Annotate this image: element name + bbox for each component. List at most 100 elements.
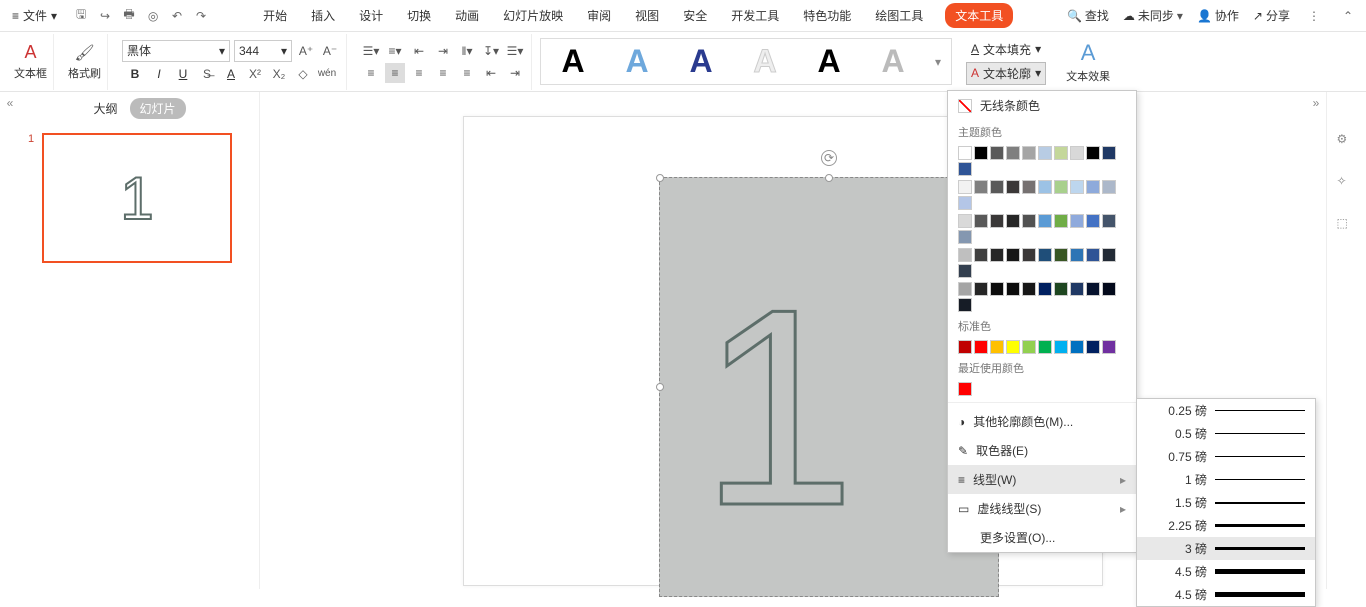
numbering-icon[interactable]: ≡▾ xyxy=(385,41,405,61)
swatch[interactable] xyxy=(1022,282,1036,296)
clear-format-icon[interactable]: ◇ xyxy=(293,64,313,84)
swatch[interactable] xyxy=(1006,248,1020,262)
increase-indent-icon[interactable]: ⇥ xyxy=(505,63,525,83)
weight-option[interactable]: 0.5 磅 xyxy=(1137,422,1315,445)
handle-n[interactable] xyxy=(825,174,833,182)
align-center-icon[interactable]: ≡ xyxy=(385,63,405,83)
no-line-color[interactable]: 无线条颜色 xyxy=(948,91,1136,120)
wordart-gallery[interactable]: A A A A A A ▾ xyxy=(540,38,952,85)
decrease-indent-icon[interactable]: ⇤ xyxy=(481,63,501,83)
swatch[interactable] xyxy=(1102,180,1116,194)
distribute-icon[interactable]: ≡ xyxy=(457,63,477,83)
swatch[interactable] xyxy=(1054,214,1068,228)
swatch[interactable] xyxy=(990,340,1004,354)
swatch[interactable] xyxy=(958,264,972,278)
swatch[interactable] xyxy=(958,146,972,160)
swatch[interactable] xyxy=(1038,282,1052,296)
tab-slides[interactable]: 幻灯片 xyxy=(130,98,186,119)
swatch[interactable] xyxy=(1006,282,1020,296)
swatch[interactable] xyxy=(1054,146,1068,160)
align-right-icon[interactable]: ≡ xyxy=(409,63,429,83)
swatch[interactable] xyxy=(1006,180,1020,194)
share-button[interactable]: ↗ 分享 xyxy=(1253,7,1290,24)
collab-button[interactable]: 👤 协作 xyxy=(1197,7,1239,24)
swatch[interactable] xyxy=(1102,214,1116,228)
swatch[interactable] xyxy=(974,146,988,160)
tab-12[interactable]: 文本工具 xyxy=(945,3,1013,28)
color-picker[interactable]: ✎ 取色器(E) xyxy=(948,436,1136,465)
file-menu[interactable]: ≡ 文件 ▾ xyxy=(8,5,61,26)
swatch[interactable] xyxy=(1038,214,1052,228)
slide-thumbnail[interactable]: 1 xyxy=(42,133,232,263)
paint-icon[interactable]: 🖌 xyxy=(75,43,95,63)
tab-8[interactable]: 安全 xyxy=(681,3,709,28)
text-fill-dropdown[interactable]: A文本填充▾ xyxy=(967,39,1045,60)
swatch[interactable] xyxy=(958,180,972,194)
panel-collapse-left[interactable]: « xyxy=(0,92,20,589)
swatch[interactable] xyxy=(1054,340,1068,354)
more-outline-colors[interactable]: ◑ 其他轮廓颜色(M)... xyxy=(948,407,1136,436)
font-color-icon[interactable]: A xyxy=(221,64,241,84)
swatch[interactable] xyxy=(1102,282,1116,296)
preview-icon[interactable]: ◎ xyxy=(143,6,163,26)
swatch[interactable] xyxy=(1086,340,1100,354)
settings-icon[interactable]: ⚙ xyxy=(1337,132,1357,152)
swatch[interactable] xyxy=(958,214,972,228)
swatch[interactable] xyxy=(1006,340,1020,354)
bullets-icon[interactable]: ☰▾ xyxy=(361,41,381,61)
weight-option[interactable]: 4.5 磅 xyxy=(1137,560,1315,583)
swatch[interactable] xyxy=(1070,180,1084,194)
handle-nw[interactable] xyxy=(656,174,664,182)
align-left-icon[interactable]: ≡ xyxy=(361,63,381,83)
swatch[interactable] xyxy=(1070,340,1084,354)
tab-4[interactable]: 动画 xyxy=(453,3,481,28)
bold-icon[interactable]: B xyxy=(125,64,145,84)
dash-style[interactable]: ▭ 虚线线型(S) ▸ xyxy=(948,494,1136,523)
swatch[interactable] xyxy=(1070,146,1084,160)
cube-icon[interactable]: ⬚ xyxy=(1337,216,1357,236)
line-style[interactable]: ≡ 线型(W) ▸ xyxy=(948,465,1136,494)
swatch[interactable] xyxy=(958,282,972,296)
swatch[interactable] xyxy=(1086,282,1100,296)
swatch[interactable] xyxy=(990,180,1004,194)
export-icon[interactable]: ↪ xyxy=(95,6,115,26)
phonetic-icon[interactable]: wén xyxy=(317,64,337,84)
superscript-icon[interactable]: X² xyxy=(245,64,265,84)
swatch[interactable] xyxy=(1038,248,1052,262)
print-icon[interactable]: 🖶 xyxy=(119,6,139,26)
subscript-icon[interactable]: X₂ xyxy=(269,64,289,84)
swatch[interactable] xyxy=(958,230,972,244)
sync-button[interactable]: ☁ 未同步▾ xyxy=(1123,7,1183,24)
swatch[interactable] xyxy=(1022,214,1036,228)
more-settings[interactable]: 更多设置(O)... xyxy=(948,523,1136,552)
indent-icon[interactable]: ⇥ xyxy=(433,41,453,61)
swatch[interactable] xyxy=(990,214,1004,228)
tab-outline[interactable]: 大纲 xyxy=(93,100,117,117)
tab-7[interactable]: 视图 xyxy=(633,3,661,28)
swatch[interactable] xyxy=(1022,146,1036,160)
star-icon[interactable]: ✧ xyxy=(1337,174,1357,194)
style-a1[interactable]: A xyxy=(551,43,595,80)
line-spacing-icon[interactable]: ‖▾ xyxy=(457,41,477,61)
collapse-ribbon-icon[interactable]: ⌃ xyxy=(1338,6,1358,26)
swatch[interactable] xyxy=(1070,282,1084,296)
swatch[interactable] xyxy=(1022,248,1036,262)
tab-11[interactable]: 绘图工具 xyxy=(873,3,925,28)
swatch[interactable] xyxy=(1038,146,1052,160)
weight-option[interactable]: 2.25 磅 xyxy=(1137,514,1315,537)
swatch[interactable] xyxy=(974,248,988,262)
swatch[interactable] xyxy=(1054,282,1068,296)
weight-option[interactable]: 0.75 磅 xyxy=(1137,445,1315,468)
tab-2[interactable]: 设计 xyxy=(357,3,385,28)
swatch[interactable] xyxy=(1006,214,1020,228)
swatch[interactable] xyxy=(1086,248,1100,262)
swatch[interactable] xyxy=(1038,180,1052,194)
more-icon[interactable]: ⋮ xyxy=(1304,6,1324,26)
tab-10[interactable]: 特色功能 xyxy=(801,3,853,28)
swatch[interactable] xyxy=(974,282,988,296)
weight-option[interactable]: 1.5 磅 xyxy=(1137,491,1315,514)
italic-icon[interactable]: I xyxy=(149,64,169,84)
swatch[interactable] xyxy=(1070,248,1084,262)
handle-w[interactable] xyxy=(656,383,664,391)
swatch[interactable] xyxy=(974,340,988,354)
